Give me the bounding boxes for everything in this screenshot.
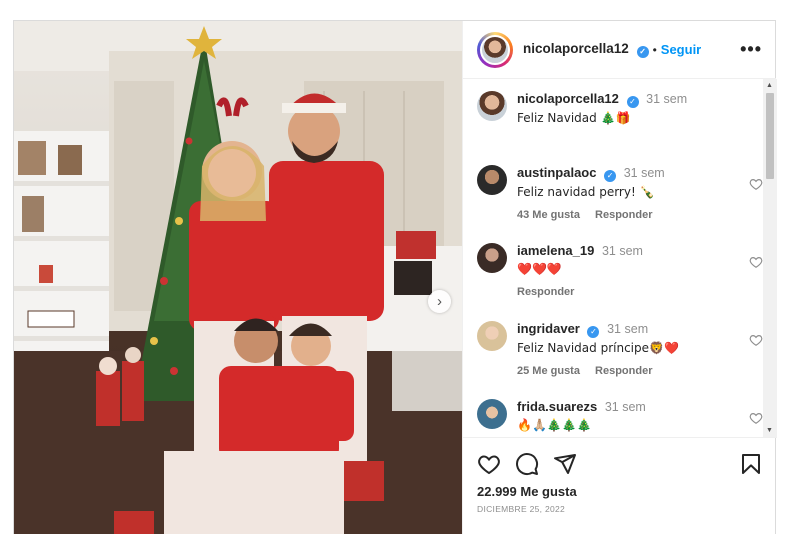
scroll-up-icon[interactable]: ▲ [766,82,773,89]
comment-time[interactable]: 31 sem [605,400,646,414]
comment-text: Feliz Navidad príncipe🦁❤️ [517,341,679,355]
caption-comment: nicolaporcella12 ✓ 31 sem Feliz Navidad … [477,91,763,127]
like-comment-heart-icon[interactable] [749,255,763,269]
comment-username[interactable]: austinpalaoc [517,165,596,180]
next-photo-button[interactable]: › [428,290,451,313]
reply-button[interactable]: Responder [517,286,574,298]
comment-time[interactable]: 31 sem [602,244,643,258]
comment-username[interactable]: nicolaporcella12 [517,91,619,106]
comments-scrollbar[interactable]: ▲ ▼ [763,79,777,437]
chevron-right-icon: › [437,293,442,310]
post-header: nicolaporcella12 ✓ • Seguir ••• [463,21,776,79]
action-icons [477,452,763,476]
author-avatar[interactable] [477,31,513,68]
post-photo[interactable]: › [14,21,462,534]
comment-icon[interactable] [515,452,539,476]
comment-username[interactable]: iamelena_19 [517,243,594,258]
comment-item: iamelena_19 31 sem ❤️❤️❤️ Responder [477,243,763,298]
avatar[interactable] [477,165,507,195]
like-comment-heart-icon[interactable] [749,411,763,425]
separator-dot: • [652,42,657,57]
author-username-text: nicolaporcella12 [523,41,629,57]
avatar[interactable] [477,91,507,121]
comment-time[interactable]: 31 sem [624,166,665,180]
scrollbar-thumb[interactable] [766,93,774,179]
comment-item: frida.suarezs 31 sem 🔥🙏🏼🎄🎄🎄 [477,399,763,434]
likes-count[interactable]: 22.999 Me gusta [477,484,577,499]
family-christmas-photo [14,21,462,534]
author-username[interactable]: nicolaporcella12 ✓ [523,41,649,58]
verified-icon: ✓ [587,326,600,338]
comment-likes[interactable]: 25 Me gusta [517,365,580,377]
follow-button[interactable]: Seguir [661,42,701,57]
bookmark-icon[interactable] [739,452,763,476]
post-frame: › nicolaporcella12 ✓ • Seguir ••• nicola… [13,20,777,534]
post-date[interactable]: DICIEMBRE 25, 2022 [477,504,565,514]
share-icon[interactable] [553,452,577,476]
post-sidebar: nicolaporcella12 ✓ • Seguir ••• nicolapo… [462,21,777,534]
comment-text: 🔥🙏🏼🎄🎄🎄 [517,418,592,432]
comment-text: Feliz Navidad 🎄🎁 [517,111,631,125]
comment-item: ingridaver ✓ 31 sem Feliz Navidad prínci… [477,321,763,377]
avatar[interactable] [477,321,507,351]
reply-button[interactable]: Responder [595,209,652,221]
comment-username[interactable]: ingridaver [517,321,580,336]
heart-icon[interactable] [477,452,501,476]
verified-icon: ✓ [604,170,617,182]
comment-text: ❤️❤️❤️ [517,262,562,276]
comment-time[interactable]: 31 sem [607,322,648,336]
comment-likes[interactable]: 43 Me gusta [517,209,580,221]
comment-time[interactable]: 31 sem [646,92,687,106]
comments-list[interactable]: nicolaporcella12 ✓ 31 sem Feliz Navidad … [463,79,777,437]
avatar[interactable] [477,399,507,429]
reply-button[interactable]: Responder [595,365,652,377]
more-options-icon[interactable]: ••• [740,39,762,60]
verified-icon: ✓ [626,96,639,108]
avatar[interactable] [477,243,507,273]
like-comment-heart-icon[interactable] [749,177,763,191]
comment-item: austinpalaoc ✓ 31 sem Feliz navidad perr… [477,165,763,221]
like-comment-heart-icon[interactable] [749,333,763,347]
comment-username[interactable]: frida.suarezs [517,399,597,414]
scroll-down-icon[interactable]: ▼ [766,427,773,434]
comment-text: Feliz navidad perry! 🍾 [517,185,655,199]
avatar [480,34,510,65]
post-actions: 22.999 Me gusta DICIEMBRE 25, 2022 [463,437,777,534]
verified-icon: ✓ [636,45,649,58]
